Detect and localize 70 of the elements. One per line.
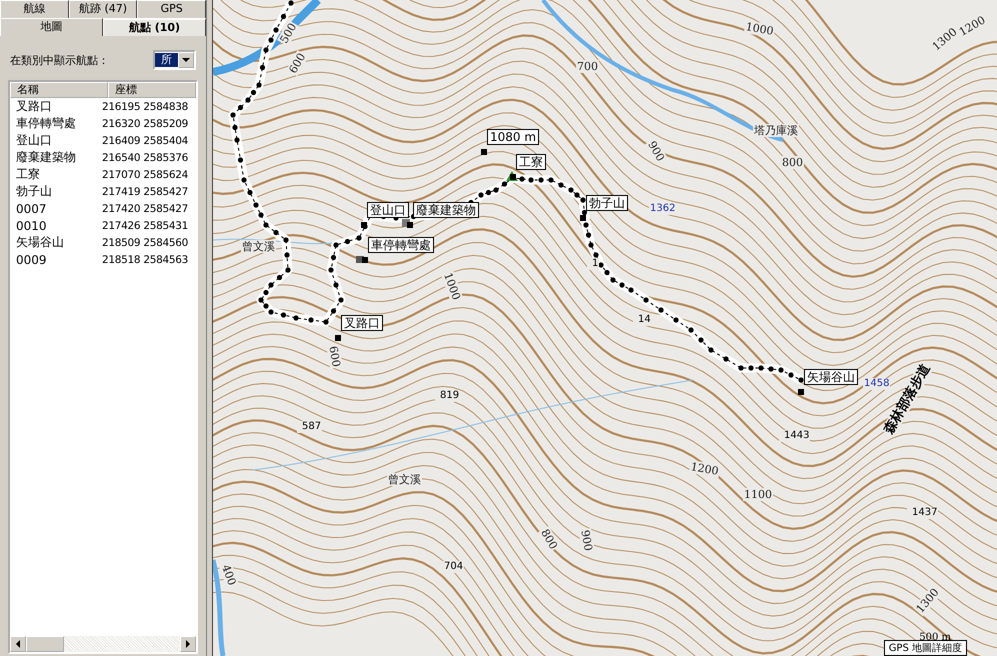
horizontal-scrollbar[interactable] bbox=[10, 636, 196, 652]
table-cell-text: 勃子山 bbox=[15, 183, 53, 200]
table-cell: 217070 2585624 bbox=[102, 168, 188, 180]
contour-label: 600 bbox=[326, 344, 343, 369]
table-cell: 216409 2585404 bbox=[102, 134, 188, 146]
contour-label: 800 bbox=[781, 156, 804, 169]
column-header[interactable]: 座標 bbox=[108, 82, 196, 98]
waypoint-label: 登山口 bbox=[367, 202, 409, 218]
spot-height-label: 704 bbox=[439, 561, 464, 573]
table-cell: 217426 2585431 bbox=[102, 220, 188, 232]
waypoint-marker-icon bbox=[407, 222, 413, 228]
waypoint-marker-icon bbox=[335, 335, 341, 341]
river-label: 曾文溪 bbox=[241, 240, 276, 253]
waypoint-marker-icon bbox=[798, 389, 804, 395]
spot-height-label: 14 bbox=[633, 314, 652, 326]
contour-label: 1100 bbox=[743, 488, 773, 501]
waypoint-label: 工寮 bbox=[516, 154, 546, 170]
contour-label: 700 bbox=[576, 60, 599, 73]
table-cell: 217420 2585427 bbox=[102, 202, 188, 214]
column-header[interactable]: 名稱 bbox=[10, 82, 108, 98]
splitter[interactable] bbox=[207, 0, 213, 656]
table-cell-text: 工寮 bbox=[15, 166, 41, 183]
waypoint-label: 矢場谷山 bbox=[804, 369, 858, 385]
waypoint-marker-icon bbox=[510, 174, 516, 180]
elevation-label: 1080 m bbox=[487, 129, 540, 145]
scroll-right-button[interactable] bbox=[180, 636, 196, 652]
waypoint-marker-icon bbox=[362, 257, 368, 263]
tab[interactable]: 航跡 (47) bbox=[68, 0, 138, 18]
waypoint-marker-icon bbox=[361, 222, 367, 228]
spot-height-label: 819 bbox=[435, 390, 460, 402]
table-cell: 218509 2584560 bbox=[102, 236, 188, 248]
spot-height-label: 587 bbox=[297, 421, 322, 433]
table-cell: 216195 2584838 bbox=[102, 100, 188, 112]
peak-label: 1362 bbox=[649, 203, 676, 215]
table-cell-text: 登山口 bbox=[15, 132, 53, 149]
spot-height-label: 1 bbox=[587, 258, 600, 270]
waypoint-marker-icon bbox=[481, 149, 487, 155]
spot-height-label: 1437 bbox=[907, 507, 938, 519]
waypoint-label: 叉路口 bbox=[341, 315, 383, 331]
spot-height-label: 1443 bbox=[779, 430, 810, 442]
scroll-left-button[interactable] bbox=[10, 636, 26, 652]
category-dropdown[interactable]: 所 bbox=[153, 50, 196, 70]
waypoint-label: 車停轉彎處 bbox=[368, 237, 434, 253]
contour-label: 900 bbox=[578, 528, 595, 553]
tab[interactable]: 地圖 bbox=[0, 18, 103, 36]
filter-label: 在類別中顯示航點： bbox=[10, 52, 109, 68]
table-cell-text: 0007 bbox=[15, 202, 48, 216]
waypoint-label: 勃子山 bbox=[586, 195, 628, 211]
waypoint-label: 廢棄建築物 bbox=[413, 202, 479, 218]
table-cell: 217419 2585427 bbox=[102, 186, 188, 198]
river-label: 曾文溪 bbox=[387, 473, 422, 486]
table-cell: 216320 2585209 bbox=[102, 118, 188, 130]
scroll-thumb[interactable] bbox=[26, 636, 64, 652]
map-detail-label: GPS 地圖詳細度 bbox=[884, 640, 967, 656]
table-cell-text: 車停轉彎處 bbox=[15, 115, 77, 132]
contour-label: 1200 bbox=[688, 460, 721, 478]
table-cell-text: 矢場谷山 bbox=[15, 234, 65, 251]
table-cell-text: 0010 bbox=[15, 218, 48, 232]
table-cell-text: 廢棄建築物 bbox=[15, 149, 77, 166]
table-cell-text: 0009 bbox=[15, 252, 48, 266]
tab[interactable]: 航線 bbox=[0, 0, 69, 18]
river-label: 塔乃庫溪 bbox=[753, 124, 799, 137]
tab[interactable]: GPS bbox=[137, 0, 206, 18]
table-cell: 216540 2585376 bbox=[102, 152, 188, 164]
table-cell-text: 叉路口 bbox=[15, 98, 53, 115]
waypoint-marker-icon bbox=[580, 215, 586, 221]
tab[interactable]: 航點 (10) bbox=[103, 18, 206, 36]
contour-label: 1000 bbox=[744, 20, 776, 38]
peak-label: 1458 bbox=[863, 378, 890, 390]
table-cell: 218518 2584563 bbox=[102, 254, 188, 266]
